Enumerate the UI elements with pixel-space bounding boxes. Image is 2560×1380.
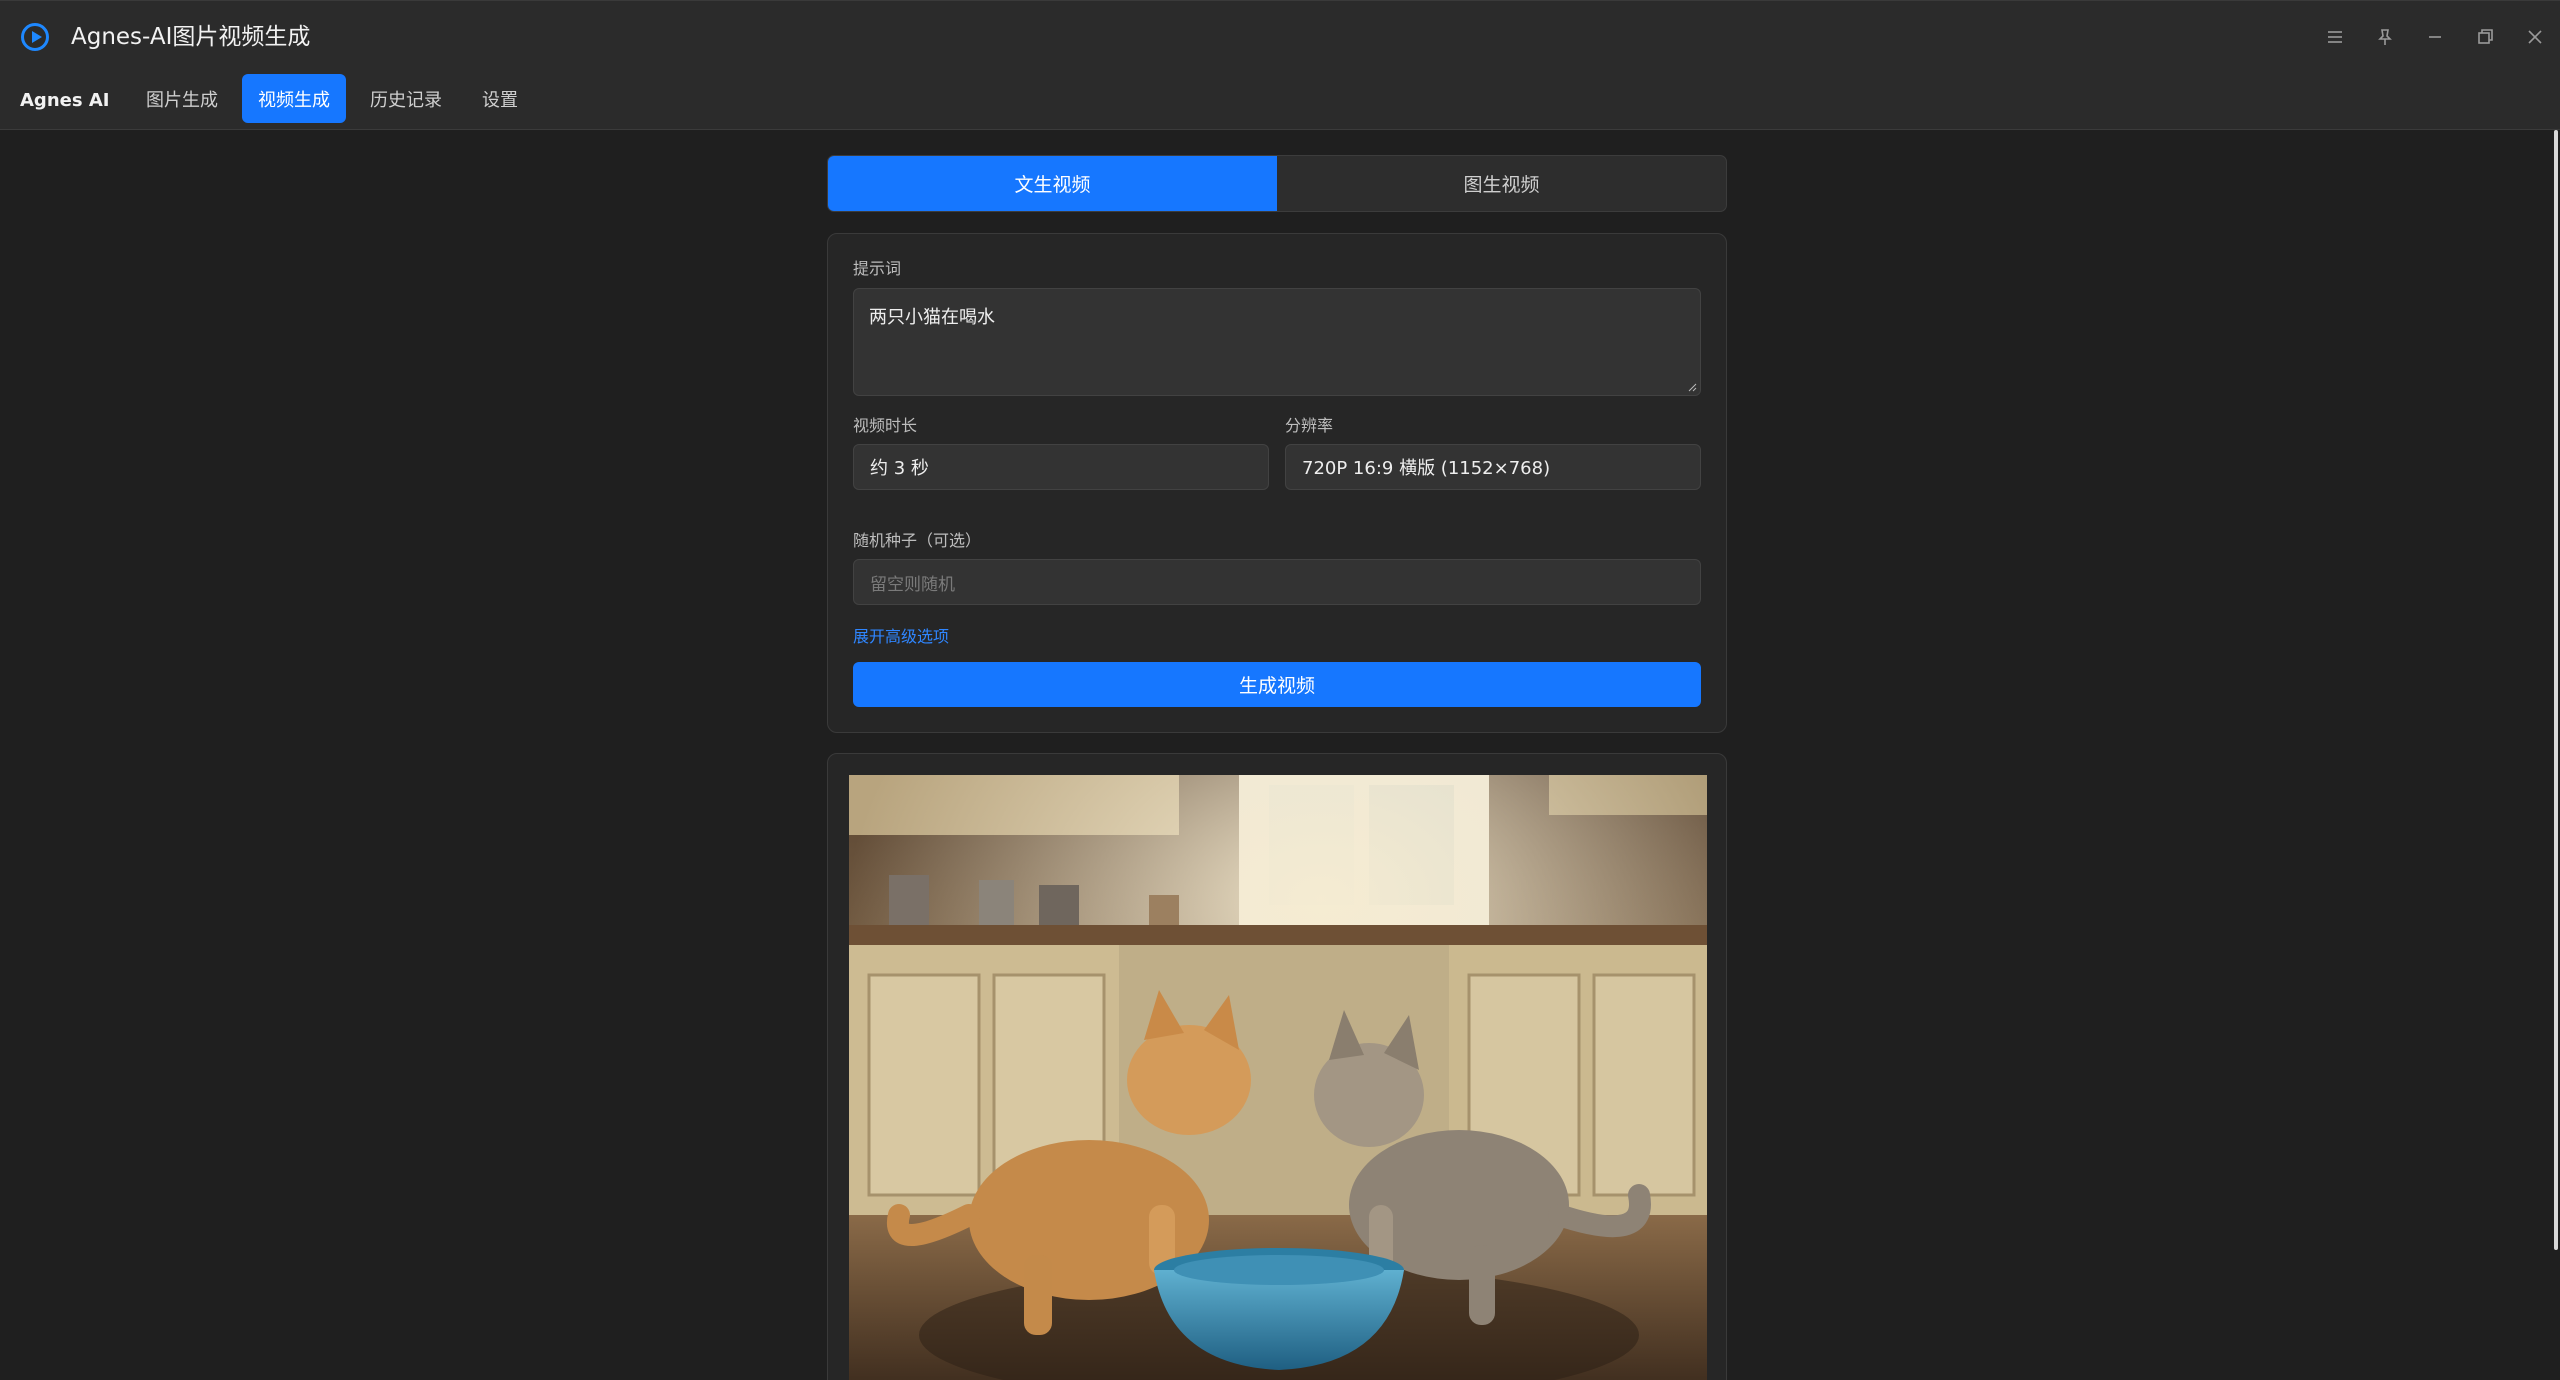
restore-icon[interactable] [2460, 1, 2510, 73]
main-nav: 图片生成 视频生成 历史记录 设置 [130, 74, 534, 123]
prompt-text: 两只小猫在喝水 [869, 307, 995, 328]
menu-bar: Agnes AI 图片生成 视频生成 历史记录 设置 [0, 72, 2560, 130]
generated-video-preview[interactable] [849, 775, 1707, 1380]
nav-history[interactable]: 历史记录 [354, 74, 458, 123]
tab-text-to-video[interactable]: 文生视频 [828, 156, 1277, 211]
brand-label: Agnes AI [20, 90, 110, 111]
play-circle-icon [21, 23, 49, 51]
prompt-textarea[interactable]: 两只小猫在喝水 [853, 288, 1701, 396]
tab-image-to-video[interactable]: 图生视频 [1277, 156, 1726, 211]
prompt-label: 提示词 [853, 259, 902, 278]
generate-video-button[interactable]: 生成视频 [853, 662, 1701, 707]
menu-icon[interactable] [2310, 1, 2360, 73]
advanced-options-link[interactable]: 展开高级选项 [853, 626, 949, 648]
result-card [827, 753, 1727, 1380]
title-bar: Agnes-AI图片视频生成 [0, 0, 2560, 72]
video-form-card: 提示词 两只小猫在喝水 视频时长 约 3 秒 分辨率 720P 16:9 横版 … [827, 233, 1727, 733]
seed-input[interactable]: 留空则随机 [853, 559, 1701, 605]
resolution-select[interactable]: 720P 16:9 横版 (1152×768) [1285, 444, 1701, 490]
mode-tabs: 文生视频 图生视频 [827, 155, 1727, 212]
window-controls [2310, 1, 2560, 73]
seed-label: 随机种子（可选） [853, 531, 982, 550]
scrollbar-thumb[interactable] [2554, 130, 2558, 1250]
window-title: Agnes-AI图片视频生成 [71, 24, 311, 50]
close-icon[interactable] [2510, 1, 2560, 73]
duration-select[interactable]: 约 3 秒 [853, 444, 1269, 490]
duration-label: 视频时长 [853, 416, 918, 435]
minimize-icon[interactable] [2410, 1, 2460, 73]
nav-video-generation[interactable]: 视频生成 [242, 74, 346, 123]
nav-settings[interactable]: 设置 [466, 74, 534, 123]
nav-image-generation[interactable]: 图片生成 [130, 74, 234, 123]
resize-grip-icon[interactable] [1687, 382, 1697, 392]
pin-icon[interactable] [2360, 1, 2410, 73]
page-scrollbar[interactable] [2550, 130, 2560, 1380]
resolution-label: 分辨率 [1285, 416, 1334, 435]
